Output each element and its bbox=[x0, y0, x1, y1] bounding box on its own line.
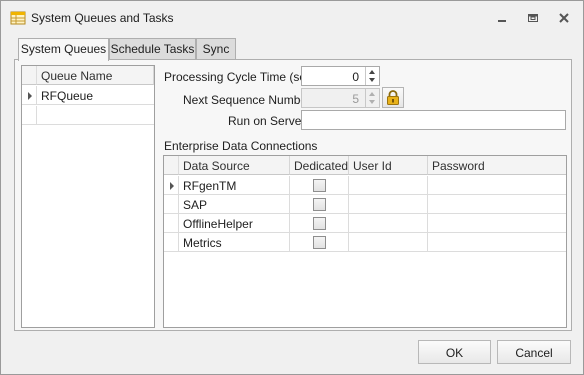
dedicated-checkbox[interactable] bbox=[313, 236, 326, 249]
queue-name-header[interactable]: Queue Name bbox=[37, 66, 154, 85]
processing-cycle-label: Processing Cycle Time (sec) bbox=[164, 70, 317, 84]
minimize-icon[interactable] bbox=[494, 10, 510, 26]
user-id-cell[interactable] bbox=[349, 195, 428, 214]
current-row-indicator bbox=[22, 86, 37, 105]
row-indicator bbox=[164, 233, 179, 252]
next-sequence-value: 5 bbox=[352, 92, 359, 106]
user-id-cell[interactable] bbox=[349, 233, 428, 252]
row-indicator bbox=[164, 195, 179, 214]
dedicated-checkbox[interactable] bbox=[313, 198, 326, 211]
row-indicator-header bbox=[164, 156, 179, 175]
lock-button[interactable] bbox=[382, 87, 404, 108]
data-source-cell[interactable]: RFgenTM bbox=[179, 176, 290, 195]
title-bar[interactable]: System Queues and Tasks bbox=[1, 1, 583, 35]
system-queues-page: Queue Name RFQueue Processing Cycle Time… bbox=[14, 59, 572, 331]
dedicated-checkbox[interactable] bbox=[313, 179, 326, 192]
row-indicator bbox=[22, 106, 37, 125]
connections-grid[interactable]: Data Source Dedicated User Id Password R… bbox=[163, 155, 567, 328]
dedicated-cell[interactable] bbox=[290, 214, 349, 233]
current-row-indicator bbox=[164, 176, 179, 195]
enterprise-data-connections-label: Enterprise Data Connections bbox=[164, 139, 318, 153]
system-queues-window: System Queues and Tasks System Queues Sc… bbox=[0, 0, 584, 375]
tab-label: Schedule Tasks bbox=[110, 42, 195, 56]
tab-label: Sync bbox=[202, 42, 230, 56]
table-app-icon bbox=[10, 10, 26, 26]
dedicated-checkbox[interactable] bbox=[313, 217, 326, 230]
spin-down-icon bbox=[369, 100, 375, 104]
password-cell[interactable] bbox=[428, 233, 566, 252]
table-row[interactable]: RFgenTM bbox=[164, 176, 566, 195]
queue-grid[interactable]: Queue Name RFQueue bbox=[21, 65, 155, 328]
data-source-header[interactable]: Data Source bbox=[179, 156, 290, 175]
tab-label: System Queues bbox=[20, 42, 107, 56]
dedicated-cell[interactable] bbox=[290, 176, 349, 195]
password-cell[interactable] bbox=[428, 195, 566, 214]
table-row[interactable]: OfflineHelper bbox=[164, 214, 566, 233]
spin-up-icon bbox=[369, 92, 375, 96]
password-cell[interactable] bbox=[428, 176, 566, 195]
restore-icon[interactable] bbox=[525, 10, 541, 26]
cancel-button[interactable]: Cancel bbox=[497, 340, 571, 364]
dedicated-cell[interactable] bbox=[290, 233, 349, 252]
spin-up-icon[interactable] bbox=[369, 70, 375, 74]
data-source-cell[interactable]: OfflineHelper bbox=[179, 214, 290, 233]
run-on-server-label: Run on Server bbox=[228, 114, 306, 128]
row-indicator-header bbox=[22, 66, 37, 85]
row-pointer-icon bbox=[170, 182, 174, 190]
table-row[interactable]: SAP bbox=[164, 195, 566, 214]
table-row[interactable]: RFQueue bbox=[22, 86, 154, 105]
next-sequence-label: Next Sequence Number bbox=[183, 93, 312, 107]
row-pointer-icon bbox=[28, 92, 32, 100]
queue-name-cell[interactable]: RFQueue bbox=[37, 86, 154, 105]
user-id-header[interactable]: User Id bbox=[349, 156, 428, 175]
spin-buttons bbox=[365, 89, 379, 107]
dedicated-header[interactable]: Dedicated bbox=[290, 156, 349, 175]
password-cell[interactable] bbox=[428, 214, 566, 233]
next-sequence-spinner: 5 bbox=[301, 88, 380, 108]
password-header[interactable]: Password bbox=[428, 156, 566, 175]
ok-button[interactable]: OK bbox=[418, 340, 491, 364]
dedicated-cell[interactable] bbox=[290, 195, 349, 214]
tab-system-queues[interactable]: System Queues bbox=[18, 38, 109, 61]
window-title: System Queues and Tasks bbox=[31, 11, 174, 25]
processing-cycle-spinner[interactable]: 0 bbox=[301, 66, 380, 86]
data-source-cell[interactable]: Metrics bbox=[179, 233, 290, 252]
processing-cycle-value: 0 bbox=[352, 70, 359, 84]
tab-sync[interactable]: Sync bbox=[196, 38, 236, 59]
user-id-cell[interactable] bbox=[349, 176, 428, 195]
spin-down-icon[interactable] bbox=[369, 78, 375, 82]
row-indicator bbox=[164, 214, 179, 233]
padlock-icon bbox=[387, 90, 399, 105]
user-id-cell[interactable] bbox=[349, 214, 428, 233]
spin-buttons[interactable] bbox=[365, 67, 379, 85]
close-icon[interactable] bbox=[556, 10, 572, 26]
new-row[interactable] bbox=[22, 106, 154, 125]
table-row[interactable]: Metrics bbox=[164, 233, 566, 252]
run-on-server-input[interactable] bbox=[301, 110, 566, 130]
tab-schedule-tasks[interactable]: Schedule Tasks bbox=[109, 38, 196, 59]
data-source-cell[interactable]: SAP bbox=[179, 195, 290, 214]
